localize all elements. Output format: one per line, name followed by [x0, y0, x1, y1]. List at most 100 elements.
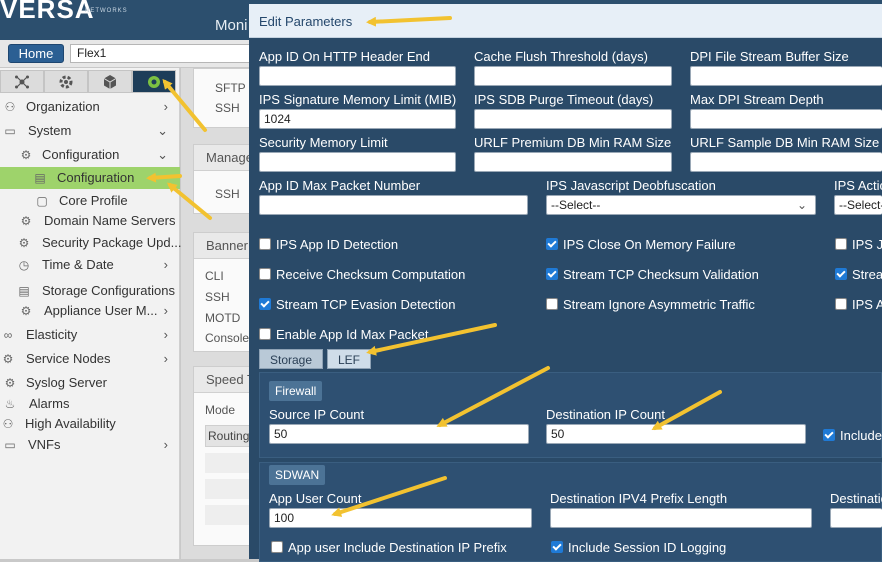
ips-javascript-deobfuscation-select[interactable]: --Select-- ⌄: [546, 195, 816, 215]
chevron-right-icon: ›: [163, 327, 168, 342]
panel-line: Mode: [205, 403, 236, 417]
sidebar-item-label: Appliance User M...: [44, 303, 158, 318]
field-label: IPS Actio: [834, 178, 882, 193]
sidebar-item-service-nodes[interactable]: ⚙ Service Nodes ›: [0, 348, 180, 370]
destination-ip-count-input[interactable]: 50: [546, 424, 806, 444]
panel-line: MOTD: [205, 311, 241, 325]
sidebar-item-system[interactable]: ▭ System ⌄: [0, 120, 180, 142]
stream-ignore-asymmetric-traffic-checkbox[interactable]: Stream Ignore Asymmetric Traffic: [546, 296, 755, 312]
chevron-right-icon: ›: [163, 437, 168, 452]
elastic-icon: ∞: [3, 328, 13, 342]
cache-flush-threshold-input[interactable]: [474, 66, 672, 86]
sidebar-item-core-profile[interactable]: ▢ Core Profile: [0, 190, 180, 212]
sidebar-item-dns[interactable]: ⚙ Domain Name Servers: [0, 210, 180, 232]
checkbox-box[interactable]: [259, 328, 271, 340]
field-label: App ID Max Packet Number: [259, 178, 421, 193]
checkbox-box[interactable]: [259, 238, 271, 250]
sidebar-item-storage-configurations[interactable]: ▤ Storage Configurations: [0, 280, 180, 302]
dpi-file-stream-buffer-input[interactable]: [690, 66, 882, 86]
field-label: Source IP Count: [269, 407, 365, 422]
app-user-include-destination-ip-prefix-checkbox[interactable]: App user Include Destination IP Prefix: [271, 539, 507, 555]
include-checkbox[interactable]: Include: [823, 427, 882, 443]
storage-icon: ▤: [18, 284, 30, 298]
gear-icon: [59, 75, 73, 88]
sidebar-item-organization[interactable]: ⚇ Organization ›: [0, 96, 180, 118]
sidebar-tab-global[interactable]: [132, 70, 176, 93]
receive-checksum-computation-checkbox[interactable]: Receive Checksum Computation: [259, 266, 465, 282]
sidebar-tab-network[interactable]: [0, 70, 44, 93]
ips-as-checkbox[interactable]: IPS As: [835, 296, 882, 312]
clock-icon: ◷: [18, 258, 30, 272]
checkbox-label: Receive Checksum Computation: [276, 266, 466, 282]
firewall-header: Firewall: [269, 381, 323, 401]
sidebar-item-configuration[interactable]: ▤ Configuration: [0, 167, 180, 189]
destination-truncated-input[interactable]: [830, 508, 882, 528]
sidebar-item-label: Security Package Upd...: [42, 235, 182, 250]
home-button[interactable]: Home: [8, 44, 64, 63]
sidebar-item-appliance-user[interactable]: ⚙ Appliance User M... ›: [0, 300, 180, 322]
source-ip-count-input[interactable]: 50: [269, 424, 529, 444]
checkbox-box[interactable]: [259, 298, 271, 310]
stream-checkbox[interactable]: Strea: [835, 266, 882, 282]
chevron-down-icon: ⌄: [157, 123, 168, 138]
nodes-icon: ⚙: [2, 352, 14, 366]
checkbox-box[interactable]: [835, 298, 847, 310]
edit-parameters-dialog: Edit Parameters App ID On HTTP Header En…: [249, 4, 882, 562]
sidebar-item-syslog[interactable]: ⚙ Syslog Server: [0, 372, 180, 394]
sidebar-item-high-availability[interactable]: ⚇ High Availability: [0, 413, 180, 435]
max-dpi-stream-depth-input[interactable]: [690, 109, 882, 129]
app-id-max-packet-input[interactable]: [259, 195, 528, 215]
security-memory-limit-input[interactable]: [259, 152, 456, 172]
stream-tcp-evasion-detection-checkbox[interactable]: Stream TCP Evasion Detection: [259, 296, 455, 312]
sidebar-item-label: Configuration: [57, 170, 135, 185]
checkbox-label: Stream TCP Checksum Validation: [563, 266, 759, 282]
sidebar-item-label: Domain Name Servers: [44, 213, 176, 228]
syslog-icon: ⚙: [4, 376, 16, 390]
checkbox-box[interactable]: [823, 429, 835, 441]
sidebar-tab-objects[interactable]: [88, 70, 132, 93]
checkbox-box[interactable]: [546, 298, 558, 310]
ips-signature-memory-input[interactable]: 1024: [259, 109, 456, 129]
app-id-http-header-end-input[interactable]: [259, 66, 456, 86]
sidebar-item-vnfs[interactable]: ▭ VNFs ›: [0, 434, 180, 456]
urlf-sample-db-input[interactable]: [690, 152, 882, 172]
ips-ja-checkbox[interactable]: IPS Ja: [835, 236, 882, 252]
include-session-id-logging-checkbox[interactable]: Include Session ID Logging: [551, 539, 726, 555]
sidebar-item-time-date[interactable]: ◷ Time & Date ›: [0, 254, 180, 276]
field-label: App User Count: [269, 491, 362, 506]
ips-action-select[interactable]: --Select-: [834, 195, 882, 215]
chevron-down-icon: ⌄: [157, 147, 168, 162]
sidebar-item-configuration-group[interactable]: ⚙ Configuration ⌄: [0, 144, 180, 166]
sidebar-item-alarms[interactable]: ♨ Alarms: [0, 393, 180, 415]
checkbox-box[interactable]: [259, 268, 271, 280]
monitor-icon: ▭: [4, 124, 16, 138]
sidebar-item-label: Configuration: [42, 147, 120, 162]
sidebar-item-label: Elasticity: [26, 327, 78, 342]
destination-ipv4-prefix-length-input[interactable]: [550, 508, 812, 528]
ips-sdb-purge-timeout-input[interactable]: [474, 109, 672, 129]
tab-storage[interactable]: Storage: [259, 349, 324, 369]
stream-tcp-checksum-validation-checkbox[interactable]: Stream TCP Checksum Validation: [546, 266, 759, 282]
sidebar-item-label: Storage Configurations: [42, 283, 175, 298]
versa-logo: VERSA: [0, 0, 95, 24]
checkbox-label: Stream Ignore Asymmetric Traffic: [563, 296, 755, 312]
urlf-premium-db-input[interactable]: [474, 152, 672, 172]
appliance-selector[interactable]: Flex1: [70, 44, 252, 63]
checkbox-box[interactable]: [546, 268, 558, 280]
checkbox-box[interactable]: [271, 541, 283, 553]
checkbox-box[interactable]: [551, 541, 563, 553]
field-label: Destination IPV4 Prefix Length: [550, 491, 728, 506]
checkbox-box[interactable]: [835, 268, 847, 280]
sidebar-item-elasticity[interactable]: ∞ Elasticity ›: [0, 324, 180, 346]
ips-app-id-detection-checkbox[interactable]: IPS App ID Detection: [259, 236, 398, 252]
ips-close-on-memory-failure-checkbox[interactable]: IPS Close On Memory Failure: [546, 236, 736, 252]
checkbox-box[interactable]: [835, 238, 847, 250]
tab-lef[interactable]: LEF: [327, 349, 372, 369]
app-user-count-input[interactable]: 100: [269, 508, 532, 528]
field-label: Cache Flush Threshold (days): [474, 49, 648, 64]
checkbox-box[interactable]: [546, 238, 558, 250]
sidebar-tab-settings[interactable]: [44, 70, 88, 93]
sidebar-item-security-package[interactable]: ⚙ Security Package Upd...: [0, 232, 182, 254]
checkbox-label: Include: [840, 427, 882, 443]
enable-app-id-max-packet-checkbox[interactable]: Enable App Id Max Packet: [259, 326, 428, 342]
